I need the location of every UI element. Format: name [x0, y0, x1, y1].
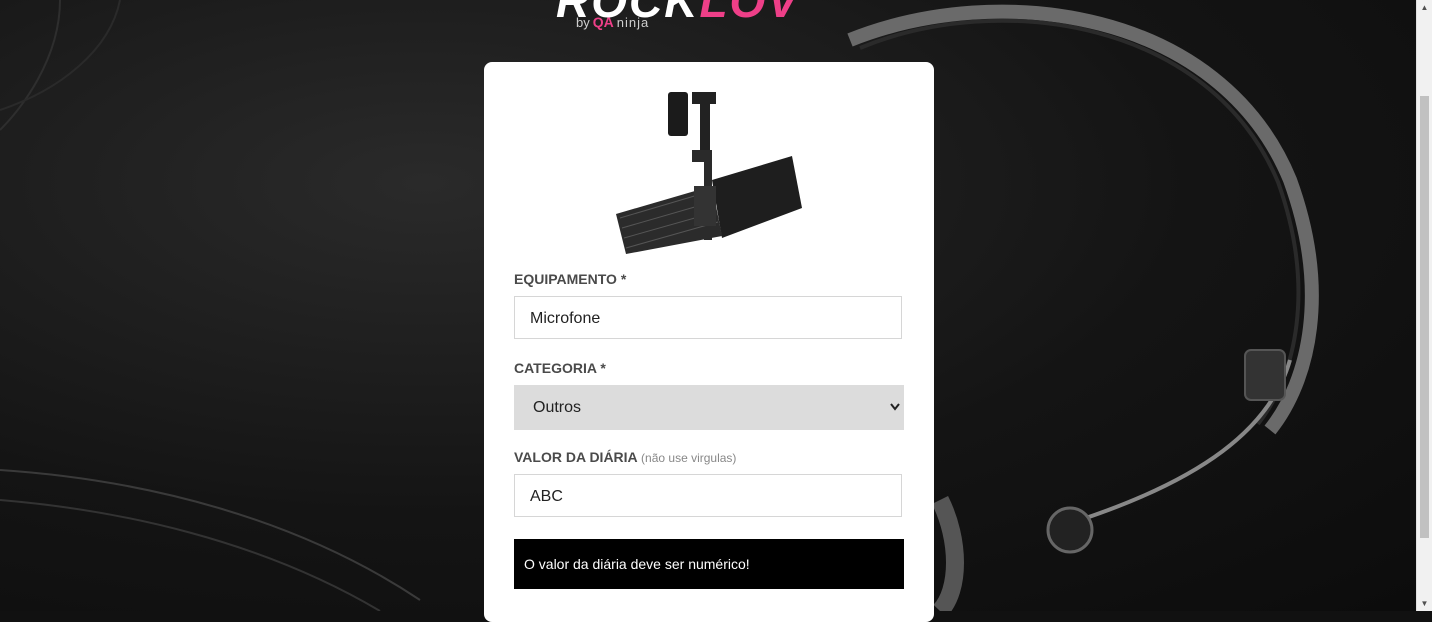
- price-label-text: VALOR DA DIÁRIA: [514, 449, 638, 465]
- price-input-value: ABC: [530, 488, 563, 505]
- equipment-form-card: EQUIPAMENTO * Microfone CATEGORIA * Outr…: [484, 62, 934, 622]
- equipment-input[interactable]: Microfone: [514, 296, 902, 339]
- price-label: VALOR DA DIÁRIA (não use virgulas): [514, 449, 736, 465]
- price-hint: (não use virgulas): [641, 451, 737, 465]
- scrollbar-thumb[interactable]: [1420, 96, 1429, 538]
- category-select-value: Outros: [533, 399, 582, 416]
- scroll-down-arrow-icon[interactable]: ▼: [1417, 596, 1432, 611]
- equipment-label: EQUIPAMENTO *: [514, 271, 627, 287]
- logo-wordmark-pink: LOV: [699, 0, 801, 27]
- microphone-icon: [616, 92, 802, 254]
- category-label: CATEGORIA *: [514, 360, 606, 376]
- equipment-input-value: Microfone: [530, 310, 601, 327]
- scroll-up-arrow-icon[interactable]: ▲: [1417, 0, 1432, 15]
- logo-byline: by QA ninja: [576, 14, 649, 30]
- price-input[interactable]: ABC: [514, 474, 902, 517]
- logo-by-text: by: [576, 14, 590, 30]
- page-scrollbar[interactable]: ▲ ▼: [1416, 0, 1432, 611]
- rocklov-logo: ROCKLOV by QA ninja: [556, 0, 866, 36]
- chevron-down-icon: [890, 385, 900, 449]
- error-alert: O valor da diária deve ser numérico!: [514, 539, 904, 589]
- logo-qa-text: QA: [592, 14, 614, 30]
- logo-ninja-text: ninja: [616, 14, 650, 30]
- category-select[interactable]: Outros: [514, 385, 904, 430]
